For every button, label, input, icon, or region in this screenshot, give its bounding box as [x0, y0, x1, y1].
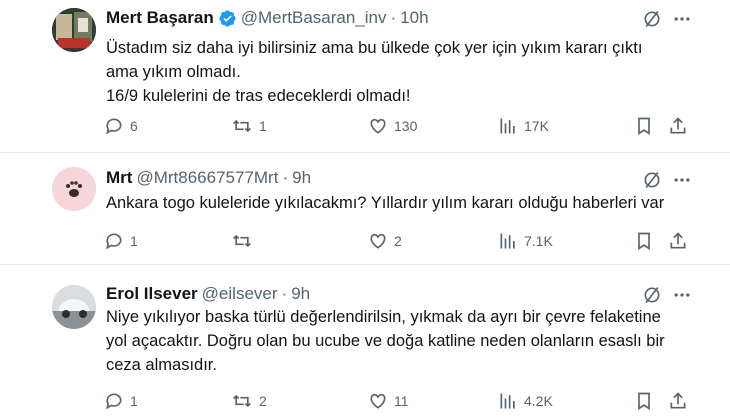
repost-button[interactable]: 2: [231, 391, 267, 411]
author-name[interactable]: Mert Başaran: [106, 8, 214, 28]
views-button[interactable]: 17K: [498, 116, 549, 136]
repost-button[interactable]: 1: [231, 116, 267, 136]
heart-icon: [368, 116, 388, 136]
views-count: 17K: [524, 118, 549, 134]
views-icon: [498, 116, 518, 136]
tweet-line: ama yıkım olmadı.: [106, 63, 241, 81]
repost-icon: [231, 391, 253, 411]
tweet[interactable]: Mert Başaran @MertBasaran_inv · 10h Üsta…: [0, 0, 730, 152]
share-icon: [668, 391, 688, 411]
bookmark-icon: [634, 231, 654, 251]
heart-icon: [368, 391, 388, 411]
reply-button[interactable]: 1: [104, 231, 138, 251]
avatar[interactable]: [52, 167, 96, 211]
author-handle[interactable]: @Mrt86667577Mrt: [136, 168, 278, 188]
tweet-line: 16/9 kulelerini de tras edeceklerdi olma…: [106, 87, 411, 105]
reply-icon: [104, 116, 124, 136]
tweet-line: ceza almasıdır.: [106, 356, 217, 374]
tweet-line: Ankara togo kuleleride yıkılacakmı? Yıll…: [106, 194, 665, 212]
tweet-line: yol açacaktır. Doğru olan bu ucube ve do…: [106, 332, 665, 350]
author-name[interactable]: Erol Ilsever: [106, 284, 198, 304]
avatar[interactable]: [52, 285, 96, 329]
action-bar: 6 1 130 17K: [104, 116, 694, 140]
timestamp[interactable]: 10h: [400, 8, 428, 28]
tweet-text: Niye yıkılıyor baska türlü değerlendiril…: [106, 305, 690, 377]
heart-icon: [368, 231, 388, 251]
bookmark-icon: [634, 391, 654, 411]
more-icon[interactable]: [672, 285, 692, 305]
views-count: 4.2K: [524, 393, 553, 409]
reply-count: 1: [130, 233, 138, 249]
reply-icon: [104, 231, 124, 251]
like-count: 130: [394, 118, 418, 134]
repost-count: 2: [259, 393, 267, 409]
tweet-text: Ankara togo kuleleride yıkılacakmı? Yıll…: [106, 191, 690, 215]
views-button[interactable]: 7.1K: [498, 231, 553, 251]
action-bar: 1 2 11 4.2K: [104, 391, 694, 415]
timestamp[interactable]: 9h: [291, 284, 310, 304]
reply-button[interactable]: 1: [104, 391, 138, 411]
views-icon: [498, 231, 518, 251]
dot-separator: ·: [281, 284, 288, 303]
verified-badge-icon: [218, 9, 237, 28]
like-count: 2: [394, 233, 402, 249]
author-handle[interactable]: @MertBasaran_inv: [241, 8, 387, 28]
share-button[interactable]: [668, 231, 688, 251]
dot-separator: ·: [282, 168, 289, 187]
tweet-text: Üstadım siz daha iyi bilirsiniz ama bu ü…: [106, 36, 690, 108]
bookmark-button[interactable]: [634, 391, 654, 411]
grok-icon[interactable]: [642, 285, 662, 305]
grok-icon[interactable]: [642, 9, 662, 29]
reply-count: 6: [130, 118, 138, 134]
share-icon: [668, 231, 688, 251]
author-handle[interactable]: @eilsever: [202, 284, 278, 304]
tweet[interactable]: Mrt @Mrt86667577Mrt · 9h Ankara togo kul…: [0, 152, 730, 264]
views-icon: [498, 391, 518, 411]
grok-icon[interactable]: [642, 170, 662, 190]
share-button[interactable]: [668, 116, 688, 136]
share-icon: [668, 116, 688, 136]
action-bar: 1 2 7.1K: [104, 231, 694, 255]
repost-count: 1: [259, 118, 267, 134]
avatar[interactable]: [52, 8, 96, 52]
like-button[interactable]: 2: [368, 231, 402, 251]
like-button[interactable]: 11: [368, 391, 409, 411]
share-button[interactable]: [668, 391, 688, 411]
reply-count: 1: [130, 393, 138, 409]
views-count: 7.1K: [524, 233, 553, 249]
repost-button[interactable]: [231, 231, 259, 251]
tweet-line: Üstadım siz daha iyi bilirsiniz ama bu ü…: [106, 39, 643, 57]
like-count: 11: [394, 393, 409, 409]
tweet-line: Niye yıkılıyor baska türlü değerlendiril…: [106, 308, 661, 326]
dot-separator: ·: [390, 8, 397, 27]
reply-button[interactable]: 6: [104, 116, 138, 136]
bookmark-button[interactable]: [634, 116, 654, 136]
bookmark-icon: [634, 116, 654, 136]
more-icon[interactable]: [672, 9, 692, 29]
more-icon[interactable]: [672, 170, 692, 190]
tweet[interactable]: Erol Ilsever @eilsever · 9h Niye yıkılıy…: [0, 264, 730, 420]
reply-icon: [104, 391, 124, 411]
bookmark-button[interactable]: [634, 231, 654, 251]
author-name[interactable]: Mrt: [106, 168, 132, 188]
like-button[interactable]: 130: [368, 116, 417, 136]
timestamp[interactable]: 9h: [292, 168, 311, 188]
repost-icon: [231, 116, 253, 136]
repost-icon: [231, 231, 253, 251]
views-button[interactable]: 4.2K: [498, 391, 553, 411]
